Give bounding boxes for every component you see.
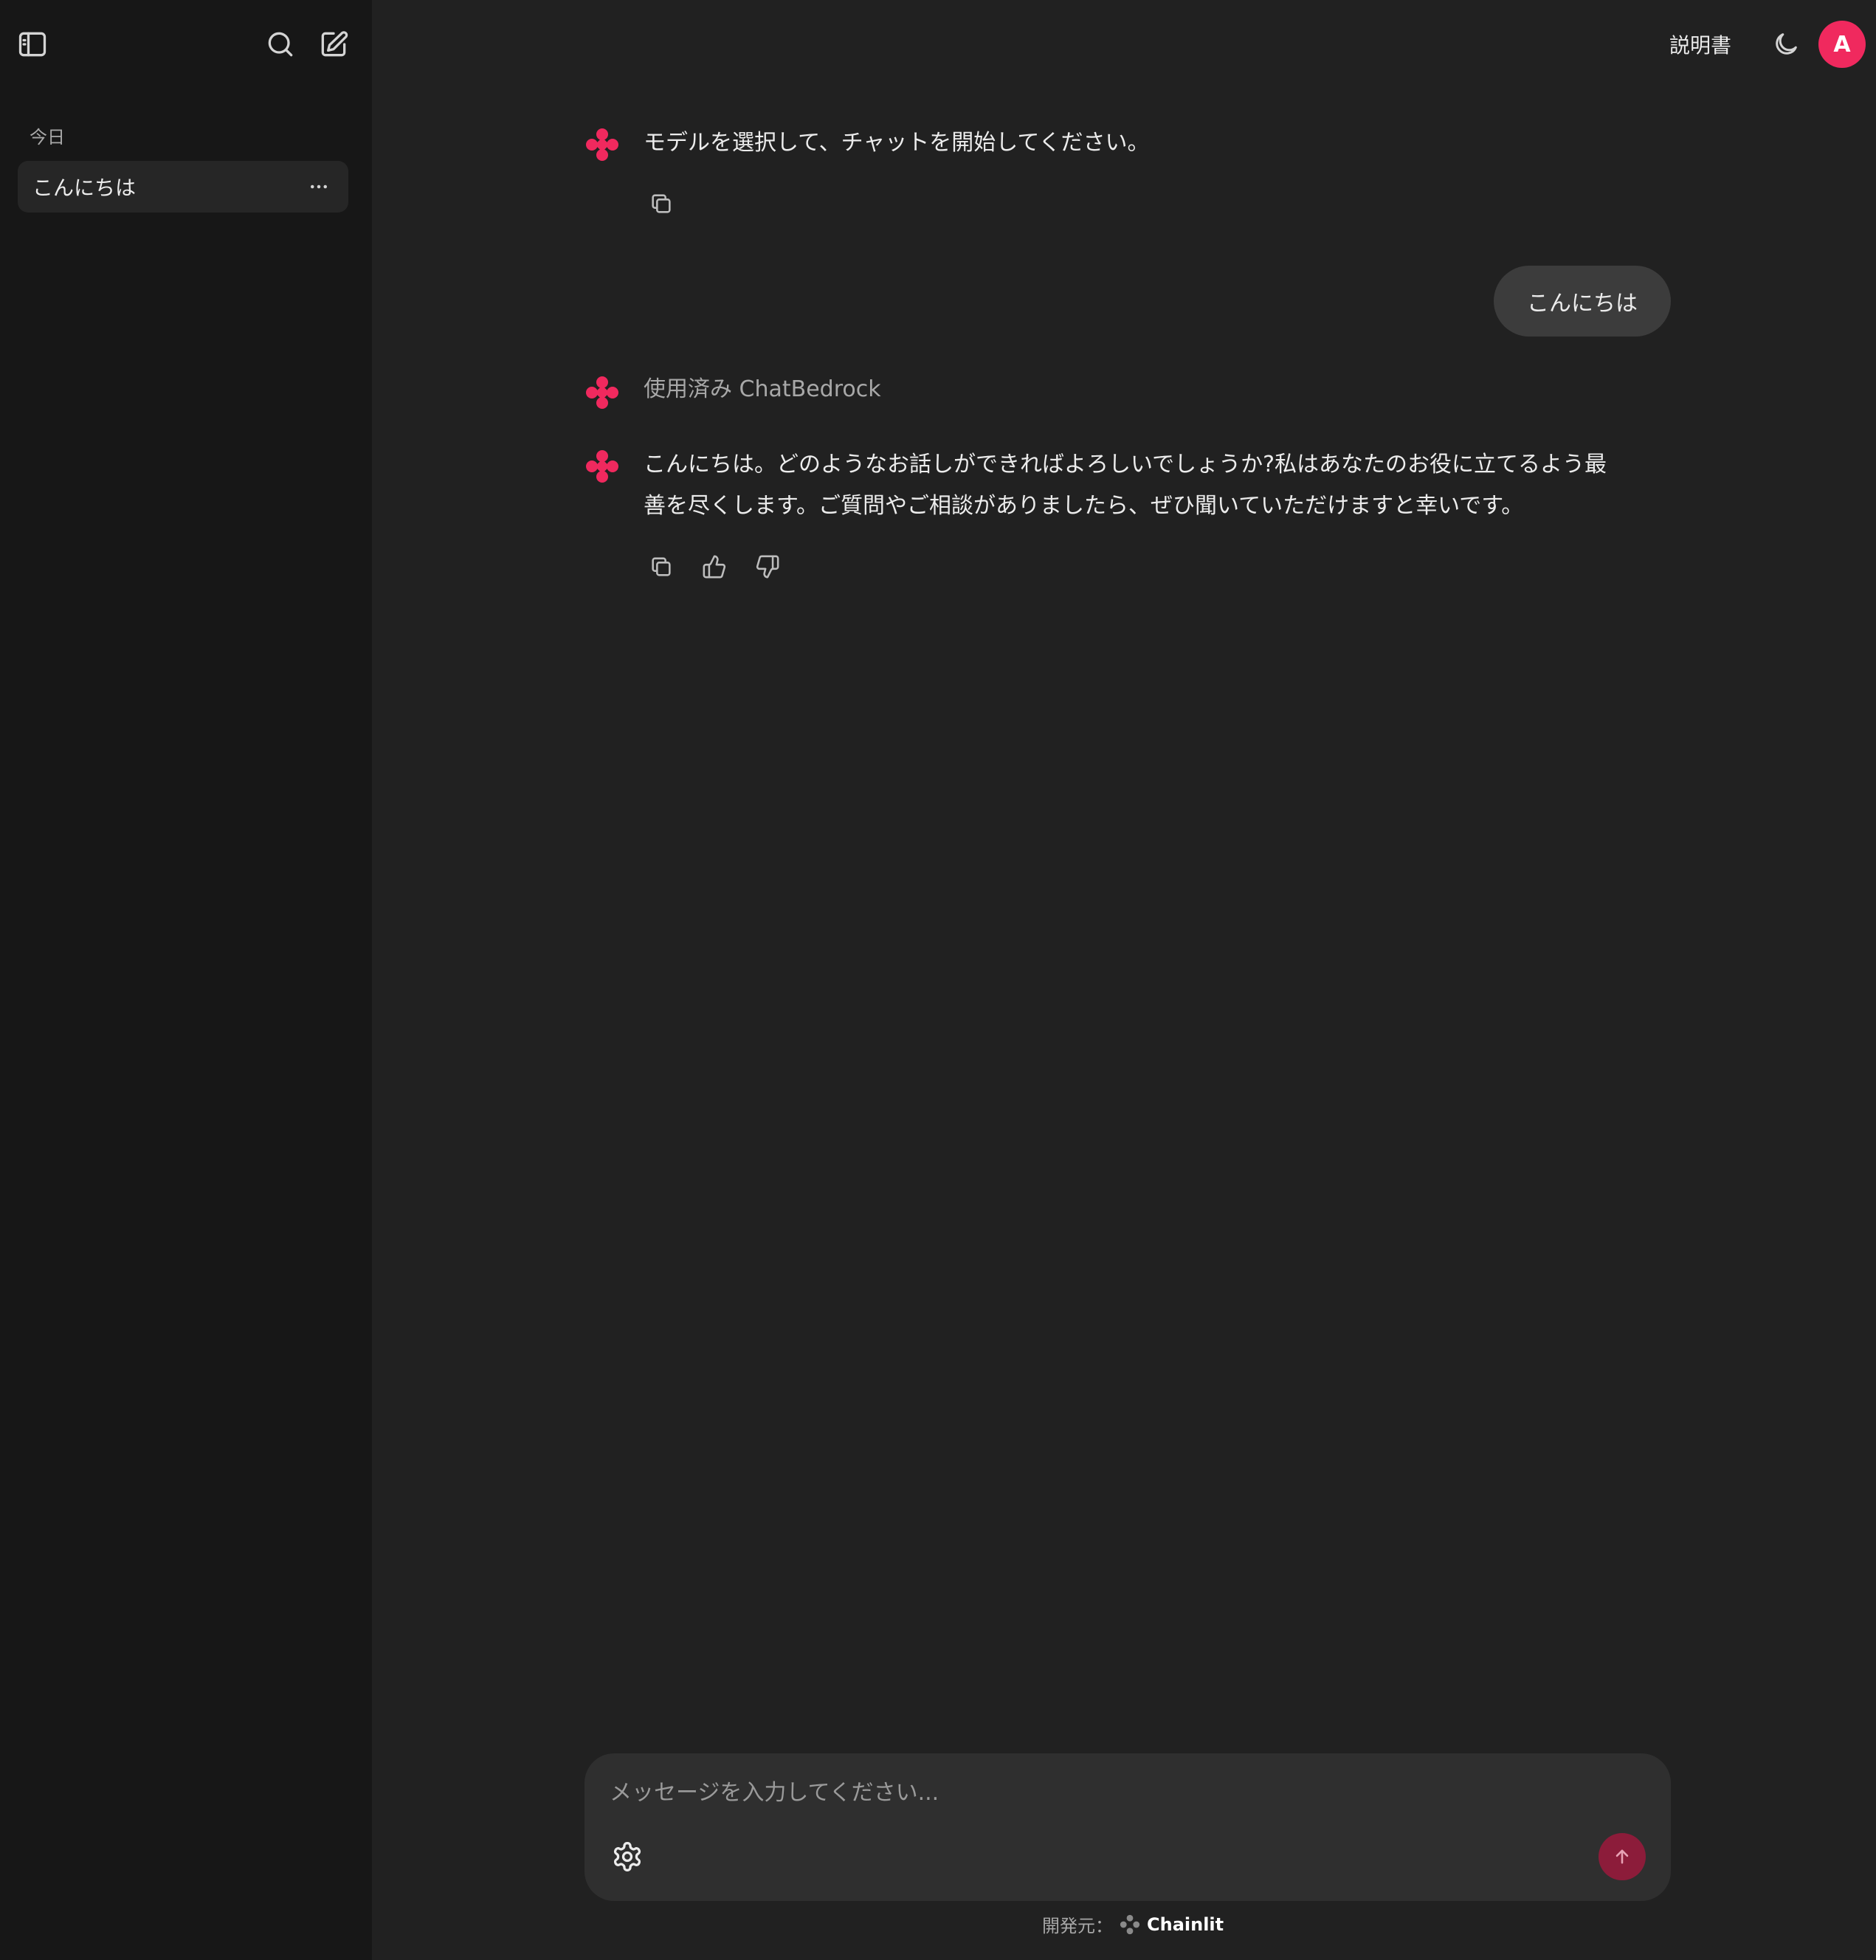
more-icon[interactable] — [304, 172, 334, 201]
arrow-up-icon — [1615, 1849, 1629, 1864]
assistant-avatar-icon — [583, 447, 621, 486]
assistant-message-line: 善を尽くします。ご質問やご相談がありましたら、ぜひ聞いていただけますと幸いです。 — [644, 493, 1524, 519]
sidebar-toggle-icon[interactable] — [12, 24, 53, 65]
copy-icon[interactable] — [646, 552, 676, 582]
thumbs-down-icon[interactable] — [753, 552, 782, 582]
step-label[interactable]: 使用済み ChatBedrock — [644, 369, 881, 410]
assistant-message-text: モデルを選択して、チャットを開始してください。 — [644, 130, 1150, 156]
sidebar-item-label: こんにちは — [32, 176, 137, 200]
sidebar-section-today: 今日 — [30, 127, 65, 148]
moon-icon[interactable] — [1768, 27, 1804, 62]
copy-icon[interactable] — [646, 189, 676, 218]
readme-link[interactable]: 説明書 — [1669, 30, 1731, 59]
footer: 開発元： Chainlit — [1042, 1911, 1224, 1937]
message-input[interactable] — [608, 1770, 1644, 1815]
message-composer — [584, 1753, 1671, 1901]
footer-brand-label: Chainlit — [1147, 1914, 1224, 1935]
send-button[interactable] — [1599, 1833, 1646, 1880]
settings-icon[interactable] — [607, 1836, 648, 1877]
new-chat-icon[interactable] — [313, 24, 354, 65]
chainlit-link[interactable]: Chainlit — [1119, 1914, 1224, 1936]
user-avatar[interactable]: A — [1818, 21, 1866, 68]
footer-prefix: 開発元： — [1042, 1916, 1113, 1936]
chainlit-logo-icon — [1120, 1914, 1140, 1934]
assistant-avatar-icon — [583, 125, 621, 164]
assistant-avatar-icon — [583, 373, 621, 412]
thumbs-up-icon[interactable] — [700, 552, 729, 582]
sidebar: 今日 こんにちは — [0, 0, 372, 1960]
search-icon[interactable] — [260, 24, 301, 65]
sidebar-item-thread[interactable]: こんにちは — [18, 161, 348, 213]
assistant-message-line: こんにちは。どのようなお話しができればよろしいでしょうか?私はあなたのお役に立て… — [644, 452, 1607, 477]
user-message-bubble: こんにちは — [1494, 266, 1671, 337]
app-root: 今日 こんにちは 説明書 A モデルを選択して、チャットを開始してください。 こ… — [0, 0, 1876, 1960]
